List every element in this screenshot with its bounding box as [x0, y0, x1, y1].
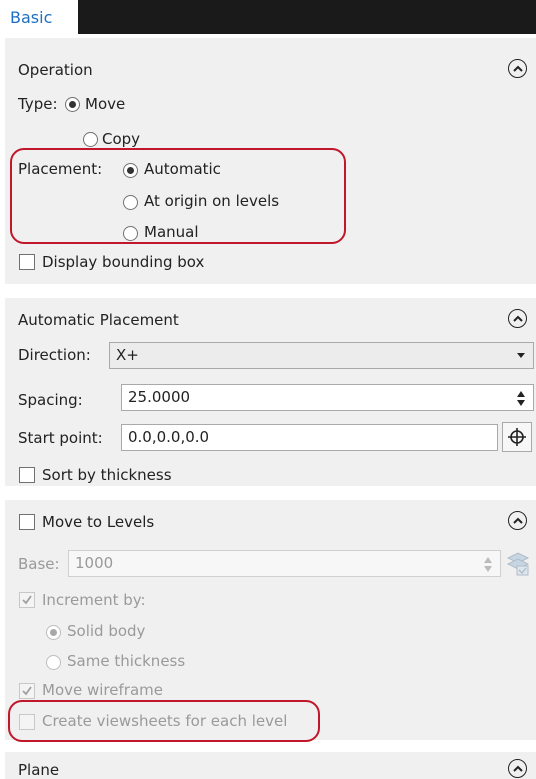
chevron-up-circle-icon[interactable]	[508, 511, 527, 530]
start-point-label: Start point:	[18, 429, 103, 447]
direction-dropdown[interactable]: X+	[109, 342, 534, 369]
spin-up-icon[interactable]	[484, 557, 492, 563]
start-point-value: 0.0,0.0,0.0	[128, 428, 210, 446]
chevron-down-icon	[517, 353, 525, 358]
placement-highlight	[10, 148, 346, 244]
spin-down-icon[interactable]	[484, 566, 492, 572]
move-to-levels-title: Move to Levels	[42, 513, 155, 531]
spacing-input[interactable]: 25.0000	[121, 384, 534, 411]
move-to-levels-checkbox[interactable]	[19, 514, 35, 530]
increment-same-thickness-label: Same thickness	[67, 652, 186, 670]
increment-same-thickness-radio[interactable]	[46, 655, 61, 670]
tab-basic[interactable]: Basic	[10, 8, 52, 27]
crosshair-icon	[508, 428, 526, 446]
tab-bar-background	[78, 0, 536, 34]
direction-value: X+	[116, 346, 139, 364]
spacing-label: Spacing:	[18, 391, 83, 409]
chevron-up-circle-icon[interactable]	[508, 309, 527, 328]
spin-down-icon[interactable]	[517, 400, 525, 406]
move-wireframe-checkbox[interactable]	[19, 683, 35, 699]
direction-label: Direction:	[18, 346, 91, 364]
spacing-value: 25.0000	[128, 388, 191, 406]
chevron-up-circle-icon[interactable]	[508, 759, 527, 778]
increment-by-label: Increment by:	[42, 591, 146, 609]
plane-title: Plane	[18, 761, 60, 779]
increment-solid-body-radio[interactable]	[46, 625, 61, 640]
base-value: 1000	[75, 554, 114, 572]
type-copy-label: Copy	[102, 130, 141, 148]
create-viewsheets-highlight	[8, 700, 320, 742]
base-input[interactable]: 1000	[68, 550, 501, 577]
display-bbox-checkbox[interactable]	[19, 254, 35, 270]
operation-title: Operation	[18, 61, 93, 79]
start-point-input[interactable]: 0.0,0.0,0.0	[121, 424, 498, 451]
display-bbox-label: Display bounding box	[42, 253, 205, 271]
automatic-placement-title: Automatic Placement	[18, 311, 179, 329]
spacing-spinner[interactable]	[517, 391, 527, 406]
sort-thickness-checkbox[interactable]	[19, 467, 35, 483]
type-move-radio[interactable]	[65, 97, 80, 112]
type-copy-radio[interactable]	[83, 132, 98, 147]
chevron-up-circle-icon[interactable]	[508, 59, 527, 78]
increment-by-checkbox[interactable]	[19, 592, 35, 608]
move-wireframe-label: Move wireframe	[42, 681, 163, 699]
sort-thickness-label: Sort by thickness	[42, 466, 172, 484]
base-label: Base:	[18, 555, 60, 573]
base-spinner[interactable]	[484, 557, 494, 572]
layers-icon[interactable]	[505, 550, 531, 578]
tab-bar: Basic	[0, 0, 536, 38]
type-move-label: Move	[85, 95, 126, 113]
spin-up-icon[interactable]	[517, 391, 525, 397]
automatic-placement-panel: Automatic Placement Direction: X+ Spacin…	[5, 298, 536, 486]
increment-solid-body-label: Solid body	[67, 622, 146, 640]
plane-panel: Plane	[5, 752, 536, 779]
type-label: Type:	[18, 95, 58, 113]
pick-point-button[interactable]	[502, 422, 532, 452]
